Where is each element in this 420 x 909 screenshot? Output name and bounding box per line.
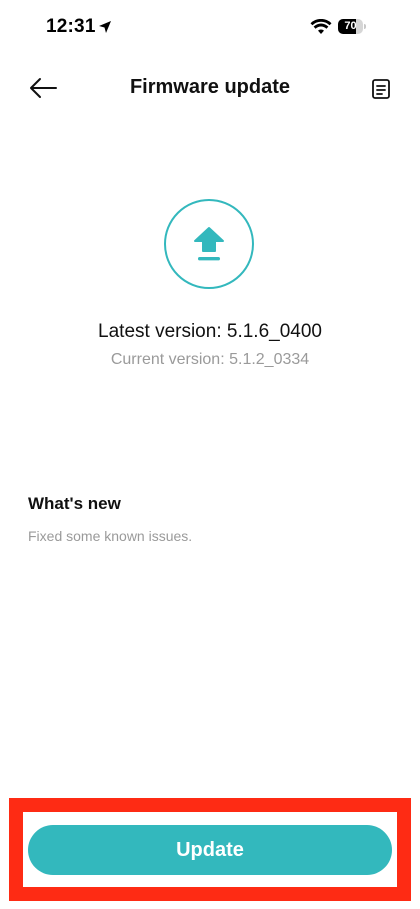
whats-new-title: What's new (28, 494, 121, 513)
current-version: Current version: 5.1.2_0334 (110, 351, 310, 368)
document-icon (372, 79, 390, 99)
upload-icon (194, 227, 224, 261)
status-bar: 12:31 70 (0, 0, 420, 58)
latest-version: Latest version: 5.1.6_0400 (98, 321, 322, 342)
release-notes-button[interactable] (366, 74, 396, 104)
battery-body: 70 (338, 19, 363, 34)
battery-level: 70 (344, 20, 357, 32)
update-button[interactable]: Update (28, 825, 392, 875)
battery-icon: 70 (338, 19, 366, 34)
location-arrow-icon (99, 21, 111, 33)
firmware-status-circle (164, 199, 254, 289)
header: Firmware update (0, 64, 420, 112)
whats-new-body: Fixed some known issues. (28, 528, 193, 544)
firmware-update-screen: 12:31 70 Firmware update Latest version:… (0, 0, 420, 909)
battery-tip (364, 24, 366, 29)
page-title: Firmware update (129, 76, 291, 98)
status-time: 12:31 (46, 16, 96, 37)
wifi-icon (310, 19, 332, 34)
